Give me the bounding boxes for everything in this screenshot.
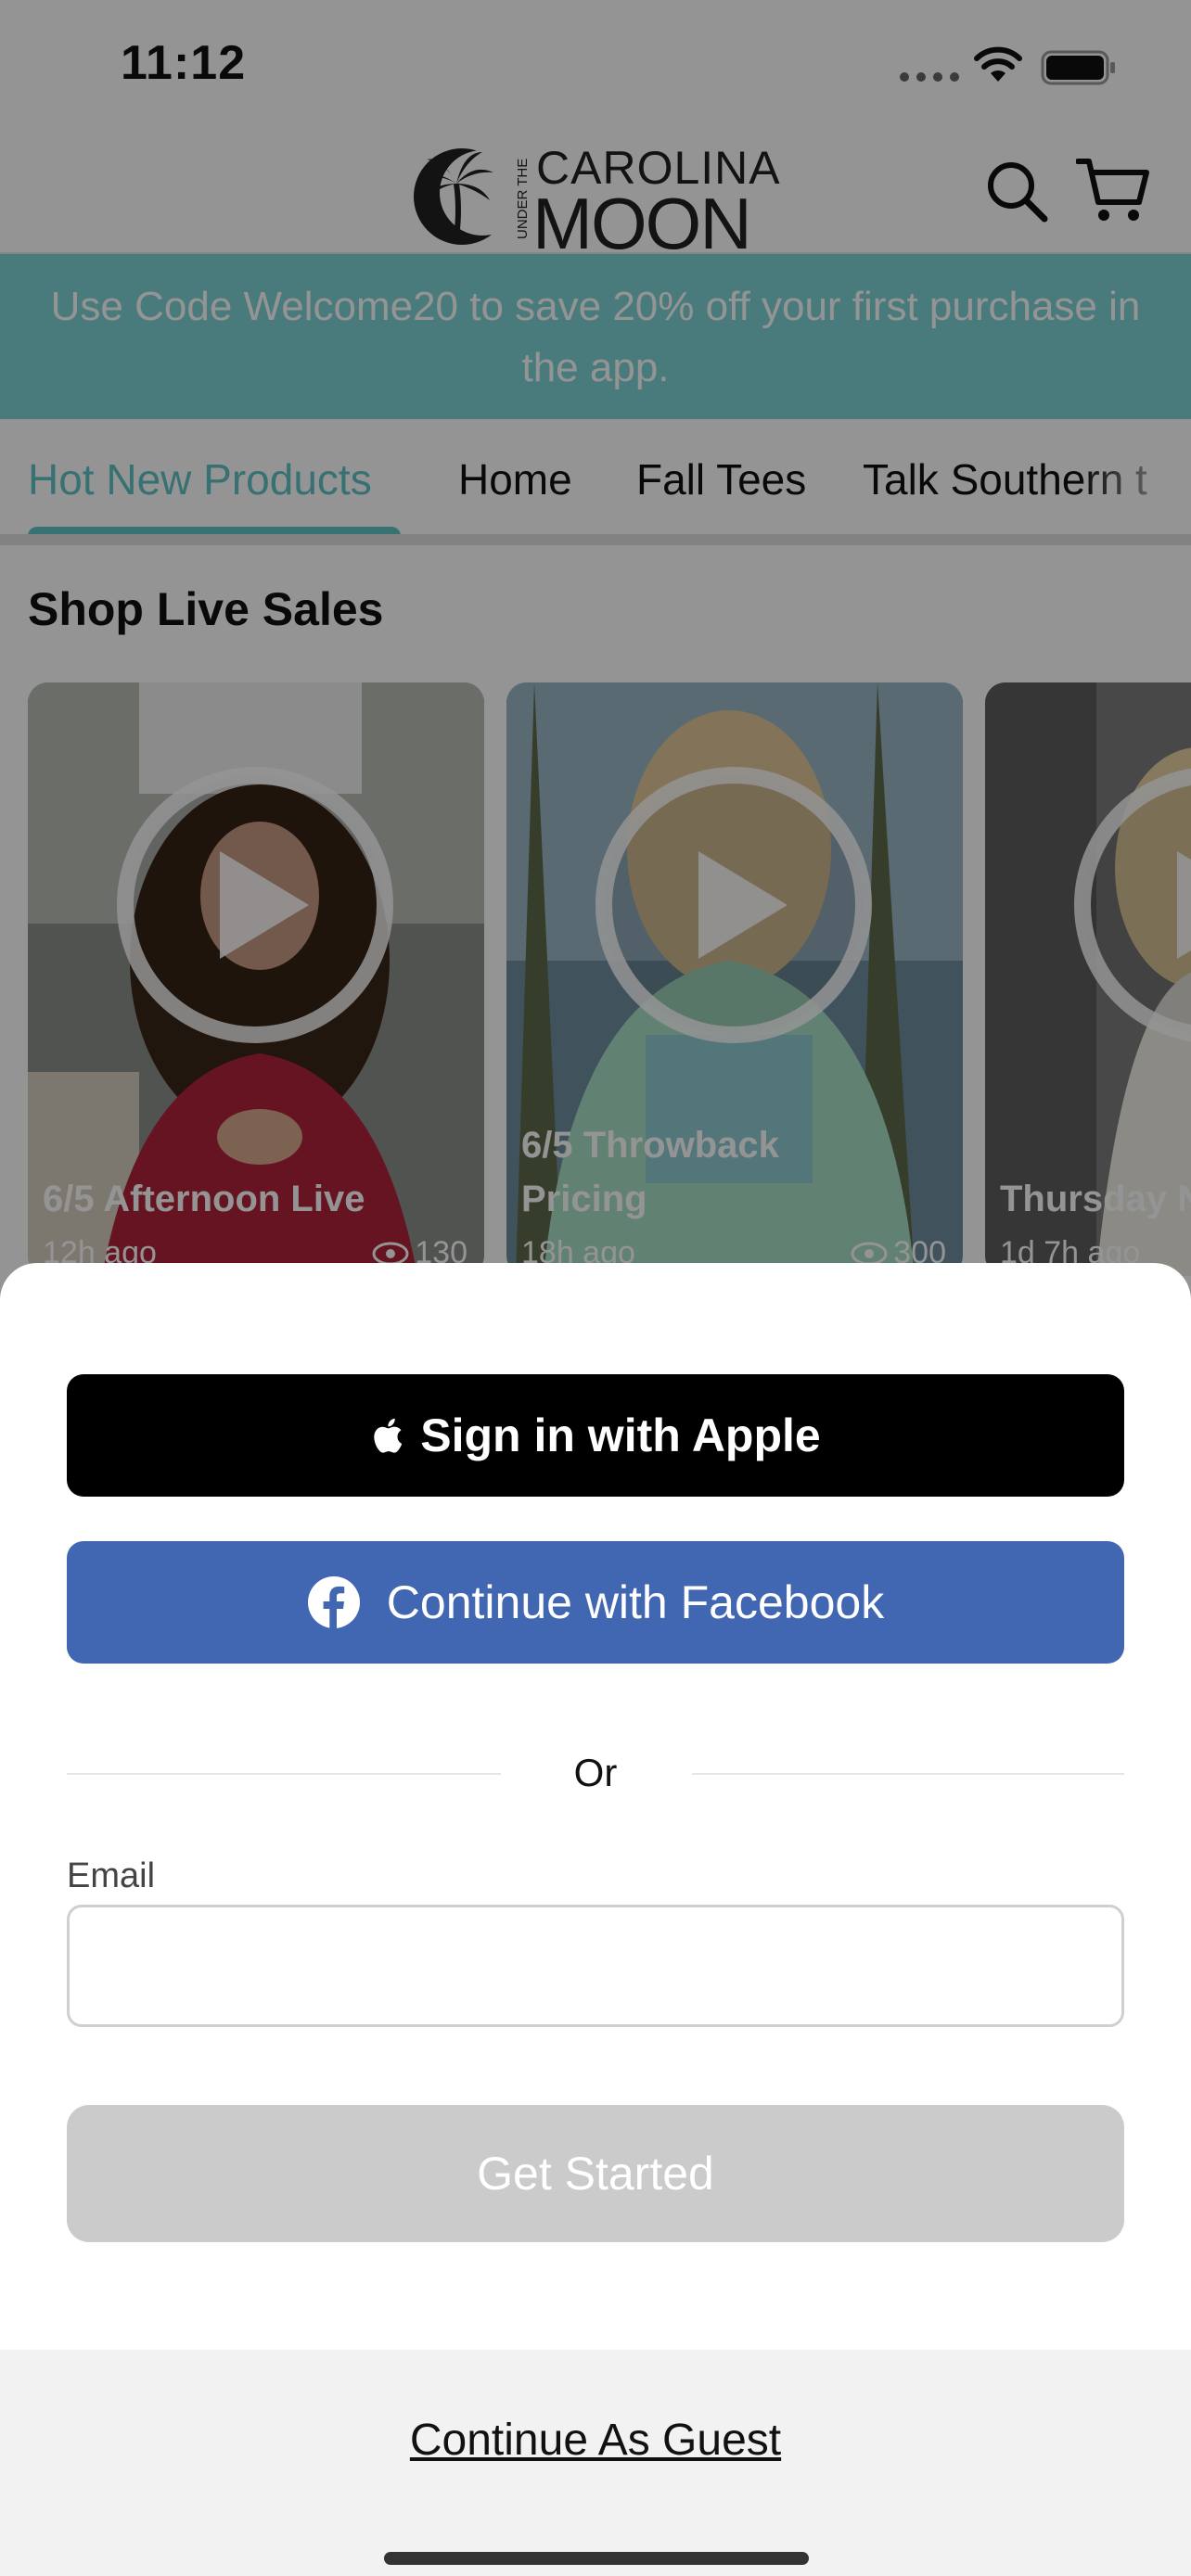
get-started-button[interactable]: Get Started (67, 2105, 1124, 2242)
sign-in-with-apple-label: Sign in with Apple (420, 1409, 821, 1461)
email-label: Email (67, 1856, 156, 1895)
home-indicator (384, 2552, 809, 2565)
guest-footer: Continue As Guest (0, 2350, 1191, 2576)
apple-icon (374, 1418, 403, 1453)
or-divider: Or (67, 1743, 1124, 1803)
continue-with-facebook-button[interactable]: Continue with Facebook (67, 1541, 1124, 1664)
divider-line (692, 1773, 1124, 1775)
facebook-icon (307, 1576, 360, 1629)
continue-as-guest-link[interactable]: Continue As Guest (0, 2415, 1191, 2466)
sign-in-sheet: Sign in with Apple Continue with Faceboo… (0, 1263, 1191, 2576)
continue-with-facebook-label: Continue with Facebook (386, 1576, 885, 1628)
sign-in-with-apple-button[interactable]: Sign in with Apple (67, 1374, 1124, 1497)
get-started-label: Get Started (477, 2148, 714, 2200)
email-field[interactable] (67, 1905, 1124, 2027)
